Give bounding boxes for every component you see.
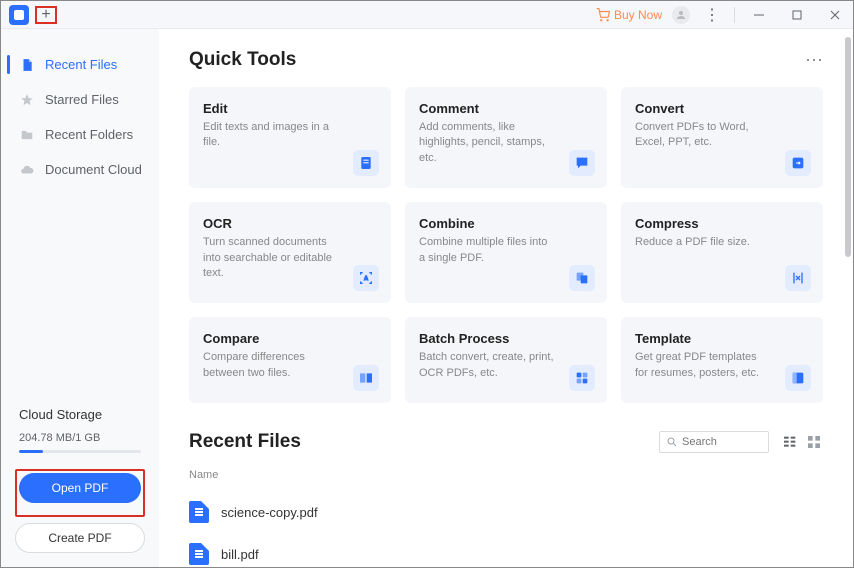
cart-icon bbox=[596, 8, 610, 22]
search-input-wrapper[interactable] bbox=[659, 431, 769, 453]
buy-now-link[interactable]: Buy Now bbox=[596, 8, 662, 22]
tool-batch-process[interactable]: Batch Process Batch convert, create, pri… bbox=[405, 317, 607, 403]
search-icon bbox=[666, 436, 678, 448]
tool-desc: Get great PDF templates for resumes, pos… bbox=[635, 350, 771, 381]
sidebar-item-label: Recent Files bbox=[45, 57, 117, 72]
app-logo-icon bbox=[9, 5, 29, 25]
account-icon[interactable] bbox=[672, 6, 690, 24]
compress-icon bbox=[785, 265, 811, 291]
svg-text:A: A bbox=[364, 276, 368, 282]
cloud-icon bbox=[19, 163, 35, 177]
tool-desc: Turn scanned documents into searchable o… bbox=[203, 235, 339, 281]
tool-title: Compress bbox=[635, 216, 809, 231]
sidebar-item-recent-folders[interactable]: Recent Folders bbox=[1, 117, 159, 152]
file-icon bbox=[19, 58, 35, 72]
folder-icon bbox=[19, 128, 35, 142]
buy-now-label: Buy Now bbox=[614, 8, 662, 22]
new-tab-button[interactable]: + bbox=[35, 6, 57, 24]
cloud-storage-bar bbox=[19, 450, 141, 453]
tool-title: Compare bbox=[203, 331, 377, 346]
sidebar-item-recent-files[interactable]: Recent Files bbox=[1, 47, 159, 82]
tool-desc: Compare differences between two files. bbox=[203, 350, 339, 381]
tool-title: OCR bbox=[203, 216, 377, 231]
tool-ocr[interactable]: OCR Turn scanned documents into searchab… bbox=[189, 202, 391, 303]
tool-desc: Combine multiple files into a single PDF… bbox=[419, 235, 555, 266]
divider bbox=[734, 7, 735, 23]
pdf-file-icon bbox=[189, 543, 209, 565]
comment-icon bbox=[569, 150, 595, 176]
sidebar-item-label: Document Cloud bbox=[45, 162, 142, 177]
quick-tools-title: Quick Tools bbox=[189, 49, 296, 71]
cloud-storage-block: Cloud Storage 204.78 MB/1 GB bbox=[1, 407, 159, 453]
tool-title: Template bbox=[635, 331, 809, 346]
quick-tools-more-button[interactable]: ⋯ bbox=[805, 50, 823, 71]
convert-icon bbox=[785, 150, 811, 176]
tool-comment[interactable]: Comment Add comments, like highlights, p… bbox=[405, 87, 607, 188]
template-icon bbox=[785, 365, 811, 391]
cloud-storage-usage: 204.78 MB/1 GB bbox=[19, 432, 141, 444]
tool-desc: Batch convert, create, print, OCR PDFs, … bbox=[419, 350, 555, 381]
minimize-button[interactable] bbox=[745, 3, 773, 27]
tool-title: Combine bbox=[419, 216, 593, 231]
compare-icon bbox=[353, 365, 379, 391]
title-bar: + Buy Now ⋮ bbox=[1, 1, 853, 29]
tool-compare[interactable]: Compare Compare differences between two … bbox=[189, 317, 391, 403]
create-pdf-button[interactable]: Create PDF bbox=[15, 523, 145, 553]
tool-desc: Convert PDFs to Word, Excel, PPT, etc. bbox=[635, 120, 771, 151]
more-menu-button[interactable]: ⋮ bbox=[700, 5, 724, 25]
sidebar: Recent Files Starred Files Recent Folder… bbox=[1, 29, 159, 567]
file-row[interactable]: science-copy.pdf bbox=[189, 491, 823, 533]
pdf-file-icon bbox=[189, 501, 209, 523]
tool-convert[interactable]: Convert Convert PDFs to Word, Excel, PPT… bbox=[621, 87, 823, 188]
open-pdf-button[interactable]: Open PDF bbox=[19, 473, 141, 503]
file-name: bill.pdf bbox=[221, 547, 259, 562]
tool-combine[interactable]: Combine Combine multiple files into a si… bbox=[405, 202, 607, 303]
column-header-name: Name bbox=[189, 465, 823, 491]
star-icon bbox=[19, 93, 35, 107]
tool-title: Convert bbox=[635, 101, 809, 116]
grid-view-button[interactable] bbox=[805, 433, 823, 451]
tool-desc: Edit texts and images in a file. bbox=[203, 120, 339, 151]
sidebar-item-label: Recent Folders bbox=[45, 127, 133, 142]
tool-title: Comment bbox=[419, 101, 593, 116]
close-button[interactable] bbox=[821, 3, 849, 27]
edit-icon bbox=[353, 150, 379, 176]
sidebar-item-label: Starred Files bbox=[45, 92, 119, 107]
combine-icon bbox=[569, 265, 595, 291]
maximize-button[interactable] bbox=[783, 3, 811, 27]
list-view-button[interactable] bbox=[781, 433, 799, 451]
file-row[interactable]: bill.pdf bbox=[189, 533, 823, 567]
tool-compress[interactable]: Compress Reduce a PDF file size. bbox=[621, 202, 823, 303]
ocr-icon: A bbox=[353, 265, 379, 291]
tool-title: Edit bbox=[203, 101, 377, 116]
quick-tools-grid: Edit Edit texts and images in a file. Co… bbox=[189, 87, 823, 403]
search-input[interactable] bbox=[682, 436, 762, 448]
tool-edit[interactable]: Edit Edit texts and images in a file. bbox=[189, 87, 391, 188]
tool-title: Batch Process bbox=[419, 331, 593, 346]
cloud-storage-title: Cloud Storage bbox=[19, 407, 141, 422]
file-name: science-copy.pdf bbox=[221, 505, 318, 520]
sidebar-item-starred-files[interactable]: Starred Files bbox=[1, 82, 159, 117]
tool-desc: Add comments, like highlights, pencil, s… bbox=[419, 120, 555, 166]
recent-files-title: Recent Files bbox=[189, 431, 301, 453]
scrollbar[interactable] bbox=[845, 37, 851, 257]
tool-desc: Reduce a PDF file size. bbox=[635, 235, 771, 250]
sidebar-item-document-cloud[interactable]: Document Cloud bbox=[1, 152, 159, 187]
batch-icon bbox=[569, 365, 595, 391]
tool-template[interactable]: Template Get great PDF templates for res… bbox=[621, 317, 823, 403]
main-content: Quick Tools ⋯ Edit Edit texts and images… bbox=[159, 29, 853, 567]
